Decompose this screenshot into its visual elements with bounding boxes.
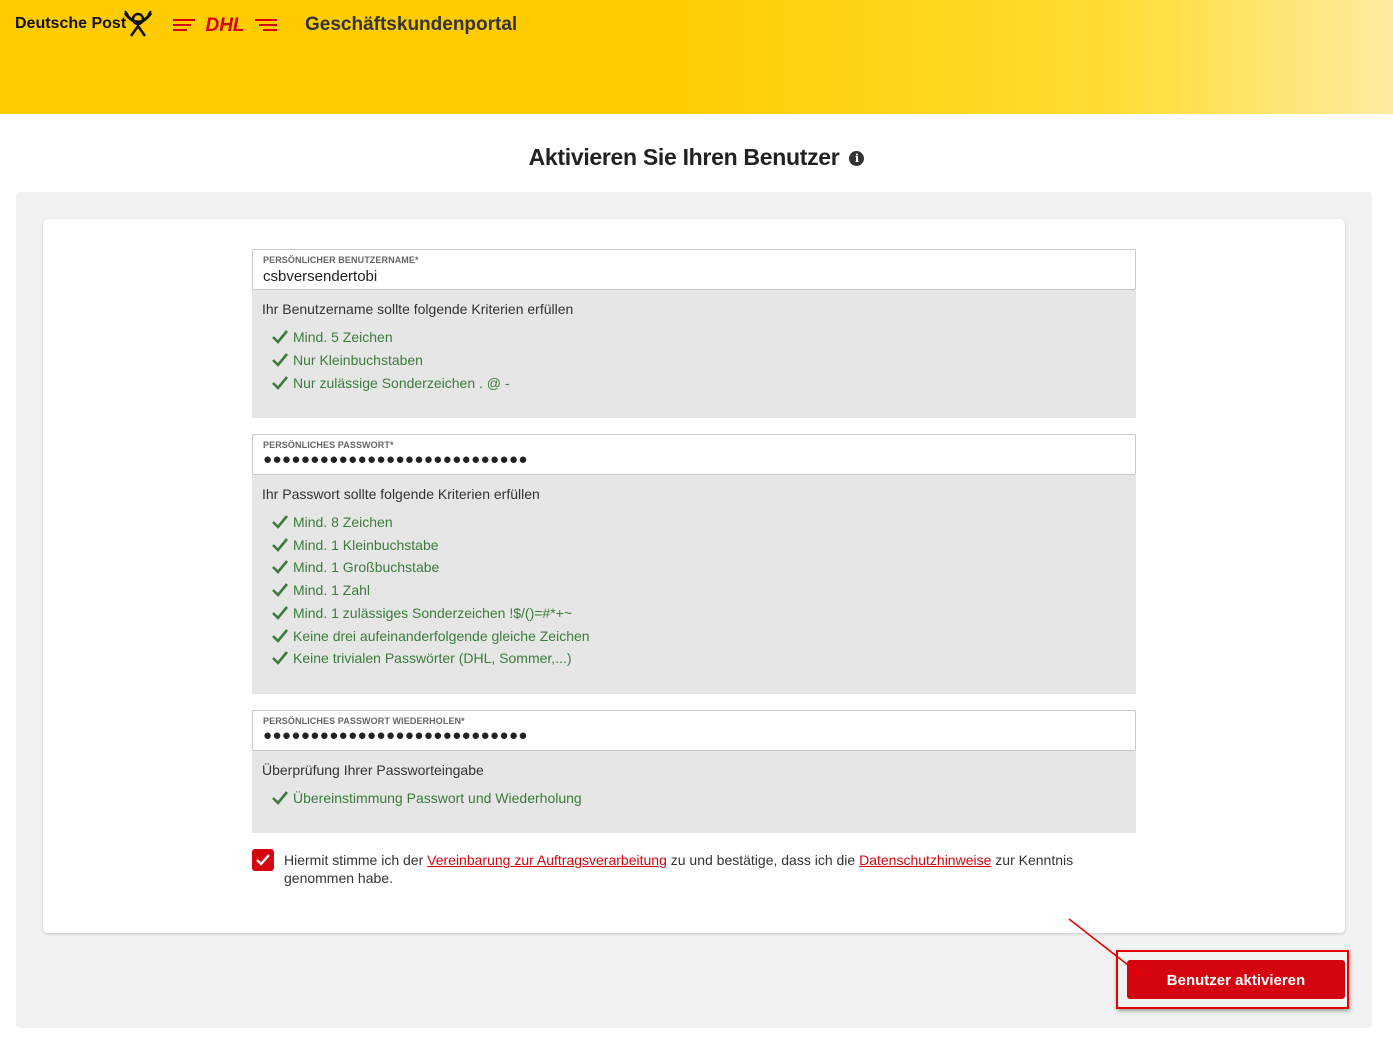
criteria-item: Mind. 5 Zeichen	[272, 328, 393, 346]
privacy-notice-link[interactable]: Datenschutzhinweise	[859, 852, 991, 868]
password-repeat-label: PERSÖNLICHES PASSWORT WIEDERHOLEN*	[263, 716, 465, 726]
page-title-row: Aktivieren Sie Ihren Benutzer i	[0, 144, 1393, 171]
header-bar: Deutsche Post DHL Geschäftskundenportal	[0, 0, 1393, 114]
portal-title: Geschäftskundenportal	[305, 14, 518, 35]
criteria-item: Nur zulässige Sonderzeichen . @ -	[272, 374, 510, 392]
username-field[interactable]: PERSÖNLICHER BENUTZERNAME* csbversendert…	[252, 249, 1136, 290]
criteria-item: Keine drei aufeinanderfolgende gleiche Z…	[272, 627, 590, 645]
check-icon	[272, 330, 288, 344]
check-icon	[272, 651, 288, 665]
criteria-item: Mind. 1 zulässiges Sonderzeichen !$/()=#…	[272, 604, 572, 622]
deutsche-post-logo-text: Deutsche Post	[15, 15, 127, 32]
password-criteria-box: Ihr Passwort sollte folgende Kriterien e…	[252, 475, 1136, 694]
page-title: Aktivieren Sie Ihren Benutzer	[528, 144, 840, 170]
password-repeat-input[interactable]: ●●●●●●●●●●●●●●●●●●●●●●●●●●●●	[263, 727, 528, 744]
password-criteria-title: Ihr Passwort sollte folgende Kriterien e…	[262, 486, 540, 502]
check-icon	[272, 515, 288, 529]
criteria-item: Nur Kleinbuchstaben	[272, 351, 423, 369]
check-icon	[272, 376, 288, 390]
password-field[interactable]: PERSÖNLICHES PASSWORT* ●●●●●●●●●●●●●●●●●…	[252, 434, 1136, 475]
criteria-item: Mind. 8 Zeichen	[272, 513, 393, 531]
criteria-item: Mind. 1 Zahl	[272, 581, 370, 599]
dhl-logo: DHL	[173, 15, 277, 35]
info-icon[interactable]: i	[849, 151, 865, 166]
consent-checkbox[interactable]	[252, 849, 274, 871]
checkmark-icon	[256, 854, 270, 866]
check-icon	[272, 353, 288, 367]
check-icon	[272, 560, 288, 574]
username-criteria-box: Ihr Benutzername sollte folgende Kriteri…	[252, 290, 1136, 418]
check-icon	[272, 583, 288, 597]
criteria-item: Mind. 1 Großbuchstabe	[272, 558, 439, 576]
criteria-item: Keine trivialen Passwörter (DHL, Sommer,…	[272, 649, 572, 667]
post-horn-icon	[123, 10, 153, 37]
check-icon	[272, 606, 288, 620]
password-label: PERSÖNLICHES PASSWORT*	[263, 440, 394, 450]
data-processing-agreement-link[interactable]: Vereinbarung zur Auftragsverarbeitung	[427, 852, 667, 868]
password-repeat-criteria-title: Überprüfung Ihrer Passworteingabe	[262, 762, 484, 778]
check-icon	[272, 629, 288, 643]
check-icon	[272, 538, 288, 552]
check-icon	[272, 791, 288, 805]
password-repeat-field[interactable]: PERSÖNLICHES PASSWORT WIEDERHOLEN* ●●●●●…	[252, 710, 1136, 751]
criteria-item: Übereinstimmung Passwort und Wiederholun…	[272, 789, 582, 807]
annotation-arrow-icon	[1068, 918, 1143, 977]
dhl-logo-text: DHL	[205, 15, 244, 35]
username-input[interactable]: csbversendertobi	[263, 268, 377, 285]
username-criteria-title: Ihr Benutzername sollte folgende Kriteri…	[262, 301, 574, 317]
password-repeat-criteria-box: Überprüfung Ihrer Passworteingabe Überei…	[252, 751, 1136, 833]
consent-text: Hiermit stimme ich der Vereinbarung zur …	[284, 852, 1074, 886]
criteria-item: Mind. 1 Kleinbuchstabe	[272, 536, 439, 554]
password-input[interactable]: ●●●●●●●●●●●●●●●●●●●●●●●●●●●●	[263, 451, 528, 468]
username-label: PERSÖNLICHER BENUTZERNAME*	[263, 255, 419, 265]
